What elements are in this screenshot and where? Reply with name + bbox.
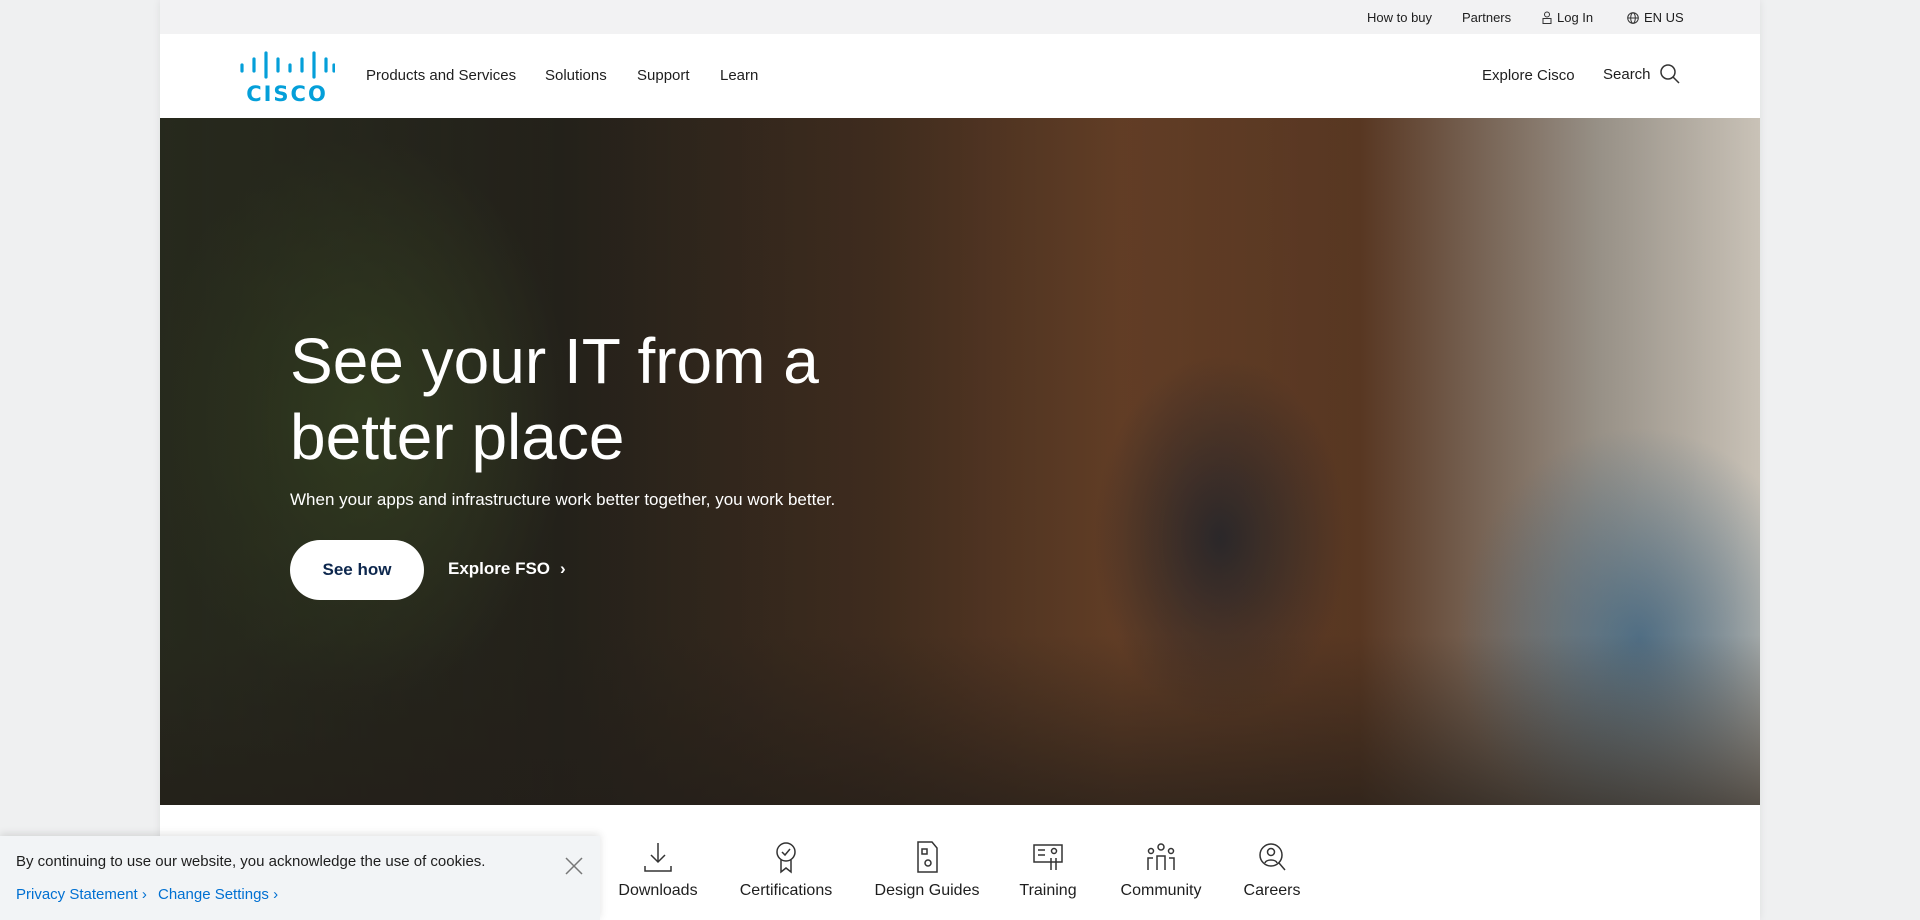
tile-downloads[interactable]: Downloads [588,840,728,900]
nav-support[interactable]: Support [637,67,690,84]
main-header: CISCO Products and Services Solutions Su… [160,34,1760,118]
privacy-label: Privacy Statement [16,886,138,903]
search-button[interactable]: Search [1603,63,1681,85]
document-icon [917,841,938,873]
download-icon [644,843,672,872]
how-to-buy-link[interactable]: How to buy [1367,10,1432,25]
settings-label: Change Settings [158,886,269,903]
tile-label: Careers [1243,882,1301,899]
search-icon [1659,64,1680,84]
chevron-right-icon: › [560,559,566,578]
hero-subtitle: When your apps and infrastructure work b… [290,490,836,509]
search-label: Search [1603,65,1651,83]
tile-label: Downloads [618,882,698,899]
explore-fso-label: Explore FSO [448,559,551,578]
hero-image-floor [160,635,1760,805]
nav-solutions[interactable]: Solutions [545,67,607,84]
page: How to buy Partners Log In EN US CISCO P… [160,0,1760,920]
hero-headline: See your IT from a better place [290,325,819,473]
globe-icon [1627,11,1639,24]
partners-link[interactable]: Partners [1462,10,1511,25]
svg-text:CISCO: CISCO [246,82,328,103]
cookie-message: By continuing to use our website, you ac… [16,853,486,870]
hero-banner: See your IT from a better place When you… [160,118,1760,805]
privacy-statement-link[interactable]: Privacy Statement › [16,886,147,903]
see-how-button[interactable]: See how [290,540,424,600]
tile-label: Design Guides [874,882,980,899]
training-icon [1033,844,1063,870]
partners-label: Partners [1462,10,1512,25]
close-icon[interactable] [564,856,584,876]
explore-fso-link[interactable]: Explore FSO › [448,559,566,579]
how-to-buy-label: How to buy [1367,10,1433,25]
log-in-link[interactable]: Log In [1542,10,1593,25]
tile-careers[interactable]: Careers [1202,840,1342,900]
tile-certifications[interactable]: Certifications [716,840,856,900]
cookie-banner: By continuing to use our website, you ac… [0,836,600,920]
change-settings-link[interactable]: Change Settings › [158,886,278,903]
tile-design-guides[interactable]: Design Guides [857,840,997,900]
certificate-icon [776,842,796,874]
tile-label: Certifications [739,882,833,899]
careers-icon [1259,843,1286,871]
language-selector[interactable]: EN US [1627,10,1684,25]
cisco-logo[interactable]: CISCO [239,51,335,103]
language-label: EN US [1644,10,1684,25]
explore-cisco-link[interactable]: Explore Cisco [1482,67,1575,84]
nav-learn[interactable]: Learn [720,67,758,84]
log-in-label: Log In [1557,10,1594,25]
user-icon [1542,11,1552,24]
community-icon [1147,843,1175,870]
utility-bar: How to buy Partners Log In EN US [160,0,1760,34]
nav-products-and-services[interactable]: Products and Services [366,67,516,84]
